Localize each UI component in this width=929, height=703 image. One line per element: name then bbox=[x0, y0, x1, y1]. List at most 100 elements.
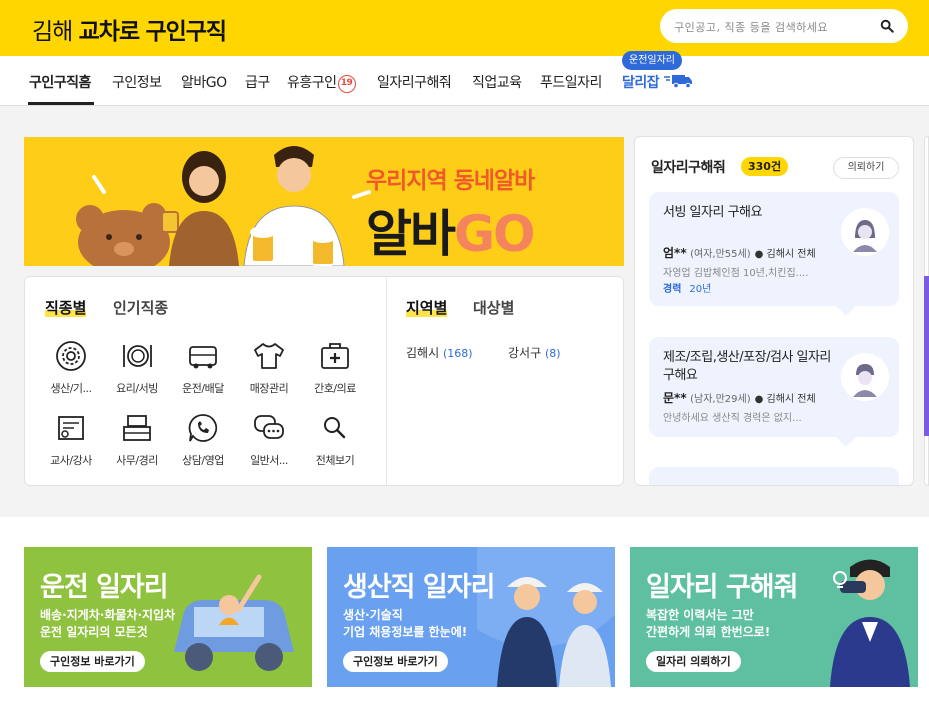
category-label: 사무/경리 bbox=[116, 454, 158, 467]
promo-production-jobs[interactable]: 생산직 일자리 생산·기술직기업 채용정보를 한눈에! 구인정보 바로가기 bbox=[327, 547, 615, 687]
category-view-all[interactable]: 전체보기 bbox=[302, 411, 368, 468]
female-avatar-icon bbox=[841, 208, 889, 256]
car-illustration bbox=[174, 574, 294, 671]
jobseeker-card[interactable]: 제조/조립,생산/포장/검사 일자리 구해요 문** (남자,만29세) ● 김해… bbox=[649, 337, 899, 447]
card-person: 엄** (여자,만55세) ● 김해시 전체 bbox=[663, 244, 816, 261]
category-label: 상담/영업 bbox=[182, 454, 224, 467]
delivery-truck-icon bbox=[663, 75, 692, 89]
category-medical[interactable]: 간호/의료 bbox=[302, 339, 368, 396]
category-label: 매장관리 bbox=[249, 382, 289, 395]
tab-job-training[interactable]: 직업교육 bbox=[472, 72, 522, 92]
location-pin-icon: ● bbox=[754, 249, 764, 260]
promo-link-button[interactable]: 일자리 의뢰하기 bbox=[646, 651, 741, 672]
promo-driver-jobs[interactable]: 운전 일자리 배송·지게차·화물차·지입차 운전 일자리의 모든것 구인정보 바로… bbox=[24, 547, 312, 687]
logo-region: 김해 bbox=[32, 19, 73, 45]
promo-description: 생산·기술직기업 채용정보를 한눈에! bbox=[343, 607, 467, 641]
tab-entertainment-label: 유흥구인 bbox=[287, 75, 337, 91]
promo-title: 일자리 구해줘 bbox=[646, 572, 798, 603]
card-tail bbox=[836, 427, 856, 447]
promo-title: 생산직 일자리 bbox=[343, 572, 495, 603]
card-title: 서빙 일자리 구해요 bbox=[663, 205, 762, 220]
promo-find-me-job[interactable]: 일자리 구해줘 복잡한 이력서는 그만 간편하게 의뢰 한번으로! 일자리 의뢰하… bbox=[630, 547, 918, 687]
tab-albago[interactable]: 알바GO bbox=[181, 72, 227, 92]
category-label: 간호/의료 bbox=[314, 382, 356, 395]
region-count: (8) bbox=[544, 347, 561, 360]
card-tail bbox=[836, 296, 856, 316]
promo-link-button[interactable]: 구인정보 바로가기 bbox=[343, 651, 448, 672]
category-sales[interactable]: 상담/영업 bbox=[170, 411, 236, 468]
category-label: 교사/강사 bbox=[50, 454, 92, 467]
binoculars-man-illustration bbox=[830, 559, 910, 687]
tab-by-job-type[interactable]: 직종별 bbox=[45, 297, 87, 318]
tab-by-region[interactable]: 지역별 bbox=[406, 297, 448, 318]
promo-desc-line2: 기업 채용정보를 한눈에! bbox=[343, 625, 468, 639]
logo-brand: 교차로 bbox=[78, 19, 140, 45]
tab-food-jobs[interactable]: 푸드일자리 bbox=[540, 72, 602, 92]
category-production[interactable]: 생산/기... bbox=[38, 339, 104, 396]
experience-label: 경력 bbox=[663, 284, 682, 295]
promo-section: 운전 일자리 배송·지게차·화물차·지입차 운전 일자리의 모든것 구인정보 바로… bbox=[0, 517, 929, 703]
person-name: 엄** bbox=[663, 246, 687, 260]
search-icon[interactable] bbox=[880, 19, 894, 33]
category-label: 운전/배달 bbox=[182, 382, 224, 395]
request-button[interactable]: 의뢰하기 bbox=[833, 157, 899, 179]
person-location: ● 김해시 전체 bbox=[755, 394, 816, 405]
promo-link-button[interactable]: 구인정보 바로가기 bbox=[40, 651, 145, 672]
tab-by-target[interactable]: 대상별 bbox=[473, 297, 514, 318]
promo-desc-line1: 생산·기술직 bbox=[343, 608, 403, 622]
certificate-icon bbox=[58, 416, 84, 440]
banner-illustration bbox=[76, 146, 371, 266]
card-experience: 경력 20년 bbox=[663, 280, 711, 295]
tab-driver-jobs[interactable]: 달리잡 bbox=[622, 72, 694, 92]
search-input[interactable]: 구인공고, 직종 등을 검색하세요 bbox=[660, 9, 908, 43]
gear-icon bbox=[56, 341, 86, 371]
tab-job-info[interactable]: 구인정보 bbox=[112, 72, 162, 92]
tab-popular-jobs[interactable]: 인기직종 bbox=[113, 297, 168, 318]
person-meta: (남자,만29세) bbox=[690, 394, 751, 405]
card-title: 제조/조립,생산/포장/검사 일자리 구해요 bbox=[663, 350, 831, 383]
top-header: 김해 교차로 구인구직 구인공고, 직종 등을 검색하세요 bbox=[0, 0, 929, 56]
person-location: ● 김해시 전체 bbox=[755, 249, 816, 260]
banner-subtitle: 우리지역 동네알바 bbox=[366, 168, 535, 194]
category-store[interactable]: 매장관리 bbox=[236, 339, 302, 396]
side-ad-edge bbox=[924, 276, 929, 436]
phone-chat-icon bbox=[188, 414, 218, 442]
banner-title-go: GO bbox=[454, 205, 536, 263]
region-count: (168) bbox=[442, 347, 473, 360]
category-label: 전체보기 bbox=[315, 454, 355, 467]
shirt-icon bbox=[254, 343, 284, 369]
category-driving[interactable]: 운전/배달 bbox=[170, 339, 236, 396]
jobseeker-card[interactable]: 서빙 일자리 구해요 엄** (여자,만55세) ● 김해시 전체 자영업 김밥체… bbox=[649, 192, 899, 316]
tab-home[interactable]: 구인구직홈 bbox=[29, 72, 91, 92]
category-panel: 직종별 인기직종 생산/기... 요리/서빙 운전/배달 매장관리 간호/의료 … bbox=[24, 276, 624, 486]
person-meta: (여자,만55세) bbox=[690, 249, 751, 260]
banner-title-albi: 알바 bbox=[366, 205, 456, 263]
category-cooking[interactable]: 요리/서빙 bbox=[104, 339, 170, 396]
promo-desc-line1: 복잡한 이력서는 그만 bbox=[646, 608, 754, 622]
albago-banner[interactable]: 우리지역 동네알바 알바GO bbox=[24, 137, 624, 266]
tab-driver-label: 달리잡 bbox=[622, 75, 660, 91]
tab-by-job-type-label: 직종별 bbox=[45, 299, 87, 317]
site-logo[interactable]: 김해 교차로 구인구직 bbox=[32, 12, 227, 46]
driver-jobs-pill[interactable]: 운전일자리 bbox=[622, 51, 682, 70]
bus-icon bbox=[189, 346, 217, 369]
panel-divider bbox=[386, 277, 387, 485]
category-teacher[interactable]: 교사/강사 bbox=[38, 411, 104, 468]
tab-urgent[interactable]: 급구 bbox=[245, 72, 270, 92]
location-pin-icon: ● bbox=[754, 394, 764, 405]
tab-entertainment-jobs[interactable]: 유흥구인 19 bbox=[287, 72, 356, 93]
region-gimhae[interactable]: 김해시 (168) bbox=[406, 344, 473, 361]
category-office[interactable]: 사무/경리 bbox=[104, 411, 170, 468]
main-nav: 구인구직홈 구인정보 알바GO 급구 유흥구인 19 일자리구해줘 직업교육 푸드… bbox=[0, 56, 929, 106]
search-icon bbox=[324, 417, 346, 439]
workers-illustration bbox=[477, 547, 615, 687]
dining-icon bbox=[123, 345, 152, 367]
promo-title: 운전 일자리 bbox=[40, 572, 169, 603]
category-general-service[interactable]: 일반서... bbox=[236, 411, 302, 468]
active-tab-indicator bbox=[28, 102, 94, 105]
promo-desc-line2: 운전 일자리의 모든것 bbox=[40, 625, 148, 639]
tab-find-me-job[interactable]: 일자리구해줘 bbox=[377, 72, 452, 92]
region-gangseo[interactable]: 강서구 (8) bbox=[508, 344, 561, 361]
chat-bubbles-icon bbox=[254, 415, 284, 439]
job-request-panel: 일자리구해줘 330건 의뢰하기 서빙 일자리 구해요 엄** (여자,만55세… bbox=[634, 136, 914, 486]
